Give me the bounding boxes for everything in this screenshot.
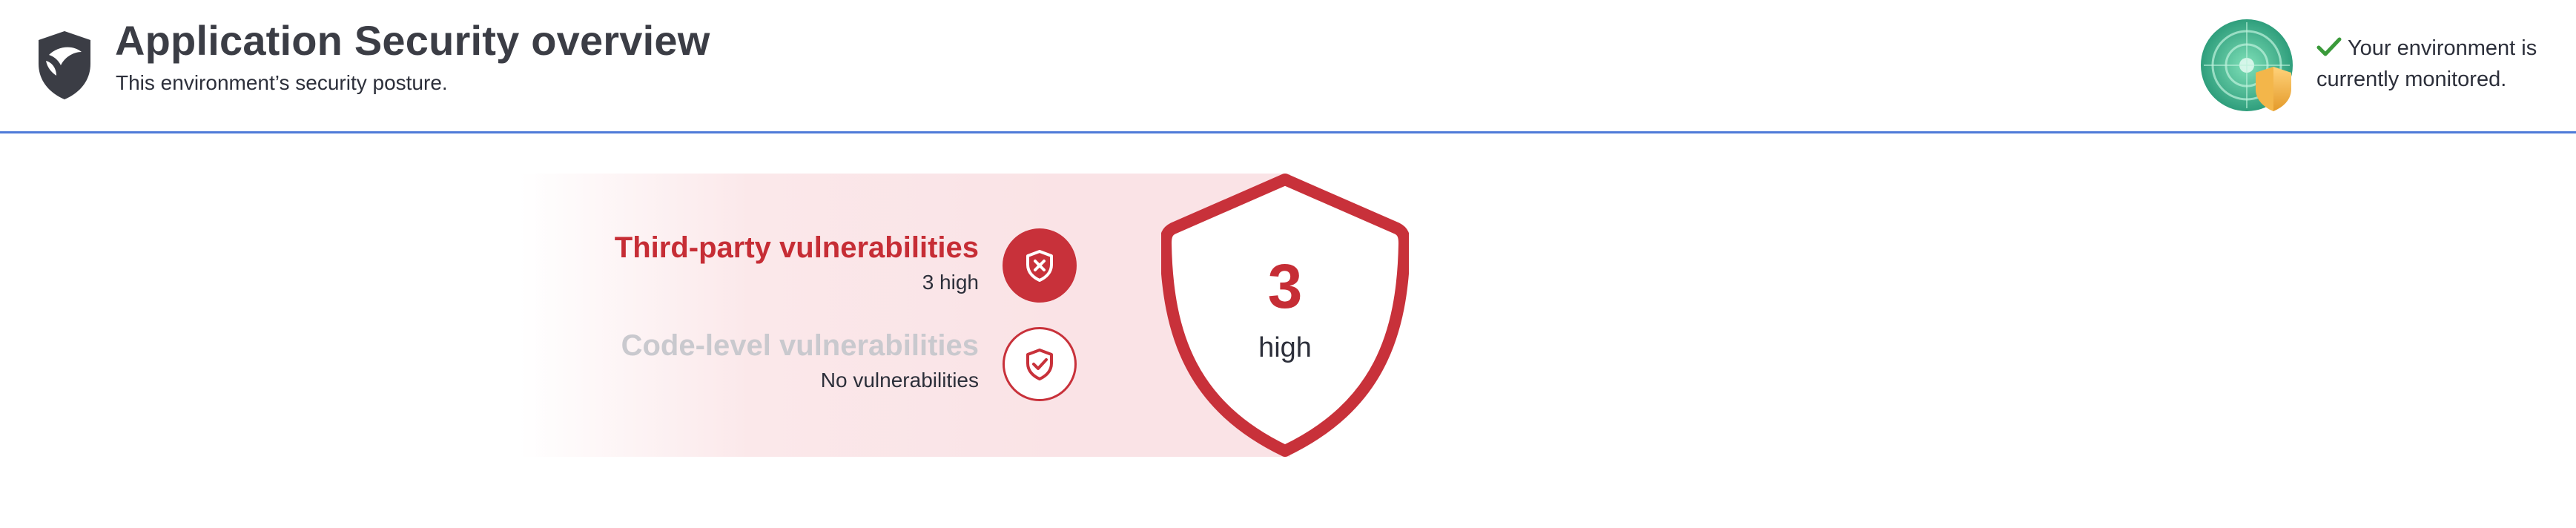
radar-shield-icon [2201, 19, 2293, 111]
third-party-vulnerabilities-detail: 3 high [922, 271, 979, 294]
shield-check-icon [1026, 349, 1053, 380]
code-level-vulnerabilities-link[interactable]: Code-level vulnerabilities No vulnerabil… [564, 329, 979, 392]
shield-x-icon [1026, 250, 1053, 282]
high-severity-count[interactable]: 3 [1161, 251, 1409, 323]
app-security-shield-icon [39, 31, 90, 99]
code-level-vulnerabilities-detail: No vulnerabilities [820, 369, 979, 392]
page-title: Application Security overview [115, 17, 710, 64]
code-level-vulnerabilities-title[interactable]: Code-level vulnerabilities [564, 329, 979, 363]
third-party-status-badge[interactable] [1003, 228, 1077, 303]
page-subtitle: This environment’s security posture. [116, 71, 448, 94]
third-party-vulnerabilities-title[interactable]: Third-party vulnerabilities [564, 231, 979, 265]
page-header: Application Security overview This envir… [0, 0, 2576, 133]
code-level-status-badge[interactable] [1003, 327, 1077, 401]
check-icon [2316, 37, 2342, 56]
third-party-vulnerabilities-link[interactable]: Third-party vulnerabilities 3 high [564, 231, 979, 294]
monitoring-status: Your environment is currently monitored. [2316, 33, 2561, 95]
monitoring-status-text: Your environment is currently monitored. [2316, 36, 2537, 91]
severity-label: high [1258, 332, 1312, 363]
